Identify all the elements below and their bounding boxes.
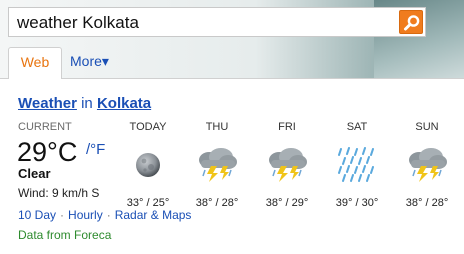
- link-hourly[interactable]: Hourly: [68, 208, 103, 222]
- link-10-day[interactable]: 10 Day: [18, 208, 56, 222]
- link-radar-maps[interactable]: Radar & Maps: [115, 208, 192, 222]
- current-condition: Clear: [18, 166, 51, 181]
- rain-icon: [338, 147, 374, 182]
- thunderstorm-icon: [269, 148, 307, 182]
- weather-city-link[interactable]: Kolkata: [97, 95, 151, 112]
- tab-web[interactable]: Web: [8, 47, 62, 79]
- forecast-day-today: TODAY 33° / 25°: [118, 121, 178, 209]
- search-box: [8, 7, 426, 37]
- forecast-day-name: THU: [205, 121, 229, 133]
- thunderstorm-icon: [199, 148, 237, 182]
- forecast-day-name: SAT: [346, 121, 368, 133]
- forecast-range: 39° / 30°: [335, 197, 379, 209]
- forecast-range: 38° / 29°: [265, 197, 309, 209]
- fahrenheit-toggle[interactable]: /°F: [86, 141, 105, 158]
- current-wind: Wind: 9 km/h S: [18, 186, 100, 200]
- tab-more[interactable]: More▾: [70, 47, 109, 75]
- forecast-day-sat: SAT 39° / 30°: [327, 121, 387, 209]
- forecast-day-name: SUN: [415, 121, 439, 133]
- forecast-day-name: FRI: [278, 121, 296, 133]
- link-separator: ·: [106, 208, 111, 222]
- moon-icon: [136, 153, 160, 177]
- link-separator: ·: [60, 208, 65, 222]
- tabs-divider: [0, 78, 464, 79]
- forecast-day-thu: THU 38° / 28°: [187, 121, 247, 209]
- weather-title-link[interactable]: Weather: [18, 95, 77, 112]
- thunderstorm-icon: [409, 148, 447, 182]
- current-label: CURRENT: [18, 121, 72, 133]
- forecast-day-name: TODAY: [129, 121, 167, 133]
- forecast-day-fri: FRI 38° / 29°: [257, 121, 317, 209]
- search-button[interactable]: [399, 10, 423, 34]
- current-temperature: 29°C: [17, 137, 78, 167]
- data-source-link[interactable]: Data from Foreca: [18, 228, 111, 242]
- weather-title-in: in: [81, 95, 93, 112]
- forecast-range: 38° / 28°: [195, 197, 239, 209]
- weather-answer-title: Weather in Kolkata: [18, 95, 151, 112]
- forecast-range: 38° / 28°: [405, 197, 449, 209]
- search-input[interactable]: [17, 12, 377, 34]
- search-icon: [404, 15, 420, 31]
- forecast-day-sun: SUN 38° / 28°: [397, 121, 457, 209]
- forecast-links: 10 Day · Hourly · Radar & Maps: [18, 208, 191, 222]
